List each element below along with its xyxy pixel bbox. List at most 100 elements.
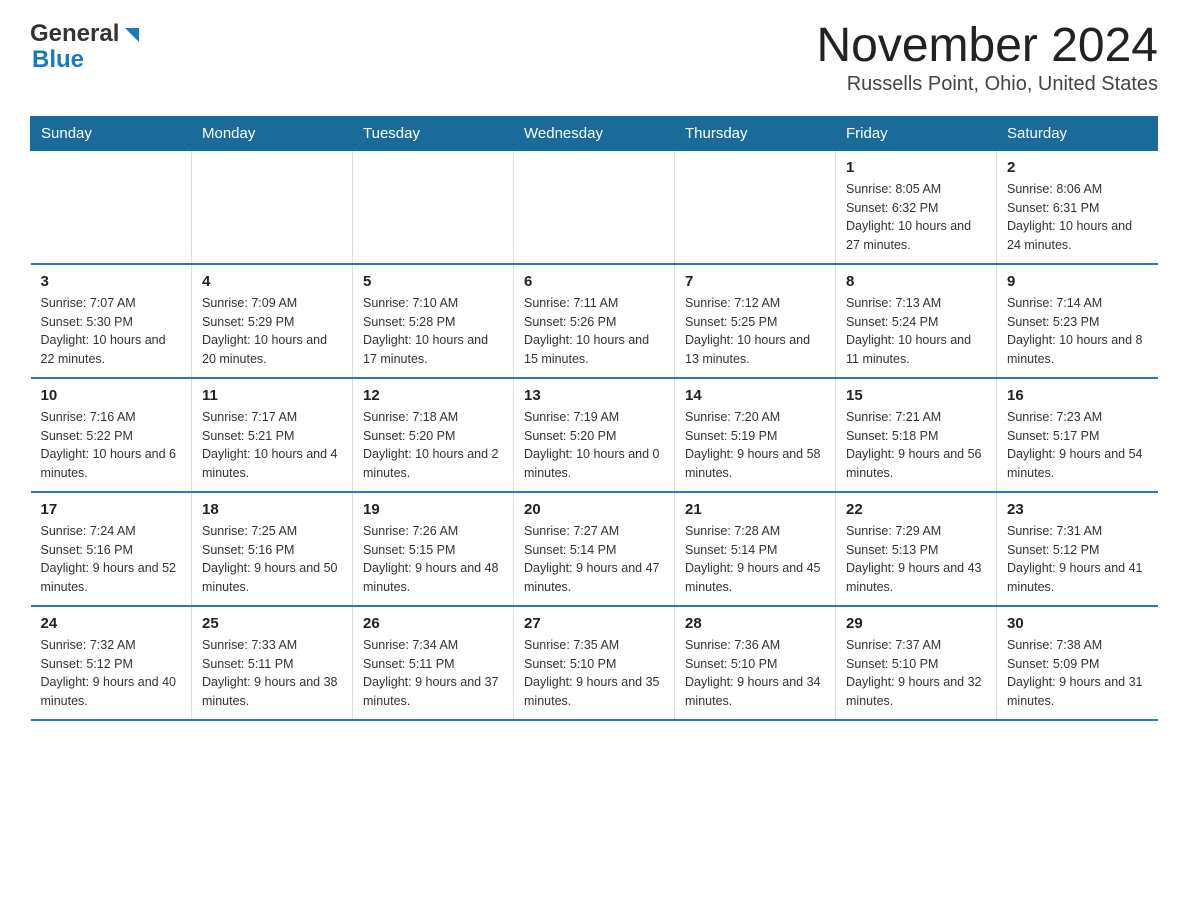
day-number: 25 [202, 615, 342, 632]
calendar-table: Sunday Monday Tuesday Wednesday Thursday… [30, 116, 1158, 721]
table-row: 30Sunrise: 7:38 AMSunset: 5:09 PMDayligh… [997, 606, 1158, 720]
page-header: General Blue November 2024 Russells Poin… [30, 20, 1158, 96]
table-row: 8Sunrise: 7:13 AMSunset: 5:24 PMDaylight… [836, 264, 997, 378]
day-number: 30 [1007, 615, 1148, 632]
day-info: Sunrise: 7:11 AMSunset: 5:26 PMDaylight:… [524, 294, 664, 369]
day-info: Sunrise: 7:32 AMSunset: 5:12 PMDaylight:… [41, 636, 182, 711]
table-row: 22 Sunrise: 7:29 AMSunset: 5:13 PMDayligh… [836, 492, 997, 606]
table-row [514, 150, 675, 264]
table-row: 6Sunrise: 7:11 AMSunset: 5:26 PMDaylight… [514, 264, 675, 378]
table-row: 11Sunrise: 7:17 AMSunset: 5:21 PMDayligh… [192, 378, 353, 492]
logo-blue-text: Blue [32, 46, 84, 74]
day-info: Sunrise: 7:10 AMSunset: 5:28 PMDaylight:… [363, 294, 503, 369]
table-row [675, 150, 836, 264]
day-info: Sunrise: 7:13 AMSunset: 5:24 PMDaylight:… [846, 294, 986, 369]
calendar-subtitle: Russells Point, Ohio, United States [816, 73, 1158, 96]
day-info: Sunrise: 7:26 AMSunset: 5:15 PMDaylight:… [363, 522, 503, 597]
table-row: 2Sunrise: 8:06 AMSunset: 6:31 PMDaylight… [997, 150, 1158, 264]
logo: General Blue [30, 20, 143, 74]
day-number: 15 [846, 387, 986, 404]
table-row: 25 Sunrise: 7:33 AMSunset: 5:11 PMDayligh… [192, 606, 353, 720]
table-row [31, 150, 192, 264]
table-row: 26 Sunrise: 7:34 AMSunset: 5:11 PMDayligh… [353, 606, 514, 720]
day-number: 16 [1007, 387, 1148, 404]
day-number: 13 [524, 387, 664, 404]
table-row: 28Sunrise: 7:36 AMSunset: 5:10 PMDayligh… [675, 606, 836, 720]
day-number: 21 [685, 501, 825, 518]
day-number: 10 [41, 387, 182, 404]
day-info: Sunrise: 7:37 AMSunset: 5:10 PMDaylight:… [846, 636, 986, 711]
table-row: 21 Sunrise: 7:28 AMSunset: 5:14 PMDayligh… [675, 492, 836, 606]
table-row: 7 Sunrise: 7:12 AMSunset: 5:25 PMDaylight… [675, 264, 836, 378]
table-row: 16Sunrise: 7:23 AMSunset: 5:17 PMDayligh… [997, 378, 1158, 492]
title-block: November 2024 Russells Point, Ohio, Unit… [816, 20, 1158, 96]
day-number: 17 [41, 501, 182, 518]
table-row: 15 Sunrise: 7:21 AMSunset: 5:18 PMDayligh… [836, 378, 997, 492]
day-number: 19 [363, 501, 503, 518]
header-wednesday: Wednesday [514, 116, 675, 150]
day-info: Sunrise: 7:21 AMSunset: 5:18 PMDaylight:… [846, 408, 986, 483]
table-row: 13 Sunrise: 7:19 AMSunset: 5:20 PMDayligh… [514, 378, 675, 492]
logo-general-text: General [30, 20, 119, 48]
day-info: Sunrise: 7:29 AMSunset: 5:13 PMDaylight:… [846, 522, 986, 597]
day-number: 4 [202, 273, 342, 290]
day-info: Sunrise: 7:17 AMSunset: 5:21 PMDaylight:… [202, 408, 342, 483]
day-info: Sunrise: 8:05 AMSunset: 6:32 PMDaylight:… [846, 180, 986, 255]
day-info: Sunrise: 7:27 AMSunset: 5:14 PMDaylight:… [524, 522, 664, 597]
day-info: Sunrise: 7:20 AMSunset: 5:19 PMDaylight:… [685, 408, 825, 483]
calendar-week-row: 10 Sunrise: 7:16 AMSunset: 5:22 PMDayligh… [31, 378, 1158, 492]
day-info: Sunrise: 7:09 AMSunset: 5:29 PMDaylight:… [202, 294, 342, 369]
calendar-title: November 2024 [816, 20, 1158, 73]
table-row: 24 Sunrise: 7:32 AMSunset: 5:12 PMDayligh… [31, 606, 192, 720]
day-number: 23 [1007, 501, 1148, 518]
day-info: Sunrise: 7:36 AMSunset: 5:10 PMDaylight:… [685, 636, 825, 711]
table-row: 1 Sunrise: 8:05 AMSunset: 6:32 PMDaylight… [836, 150, 997, 264]
day-number: 29 [846, 615, 986, 632]
day-info: Sunrise: 7:07 AMSunset: 5:30 PMDaylight:… [41, 294, 182, 369]
table-row: 4 Sunrise: 7:09 AMSunset: 5:29 PMDaylight… [192, 264, 353, 378]
logo-triangle-icon [121, 24, 143, 46]
calendar-week-row: 1 Sunrise: 8:05 AMSunset: 6:32 PMDaylight… [31, 150, 1158, 264]
day-info: Sunrise: 7:16 AMSunset: 5:22 PMDaylight:… [41, 408, 182, 483]
table-row: 23Sunrise: 7:31 AMSunset: 5:12 PMDayligh… [997, 492, 1158, 606]
table-row: 14 Sunrise: 7:20 AMSunset: 5:19 PMDayligh… [675, 378, 836, 492]
day-info: Sunrise: 7:12 AMSunset: 5:25 PMDaylight:… [685, 294, 825, 369]
day-info: Sunrise: 7:18 AMSunset: 5:20 PMDaylight:… [363, 408, 503, 483]
header-tuesday: Tuesday [353, 116, 514, 150]
day-info: Sunrise: 7:14 AMSunset: 5:23 PMDaylight:… [1007, 294, 1148, 369]
day-info: Sunrise: 7:28 AMSunset: 5:14 PMDaylight:… [685, 522, 825, 597]
day-info: Sunrise: 7:25 AMSunset: 5:16 PMDaylight:… [202, 522, 342, 597]
table-row: 29 Sunrise: 7:37 AMSunset: 5:10 PMDayligh… [836, 606, 997, 720]
table-row [192, 150, 353, 264]
day-number: 14 [685, 387, 825, 404]
table-row: 3 Sunrise: 7:07 AMSunset: 5:30 PMDaylight… [31, 264, 192, 378]
table-row: 12 Sunrise: 7:18 AMSunset: 5:20 PMDayligh… [353, 378, 514, 492]
day-number: 7 [685, 273, 825, 290]
day-number: 22 [846, 501, 986, 518]
day-info: Sunrise: 7:34 AMSunset: 5:11 PMDaylight:… [363, 636, 503, 711]
table-row: 20Sunrise: 7:27 AMSunset: 5:14 PMDayligh… [514, 492, 675, 606]
day-number: 27 [524, 615, 664, 632]
day-number: 12 [363, 387, 503, 404]
table-row: 18 Sunrise: 7:25 AMSunset: 5:16 PMDayligh… [192, 492, 353, 606]
day-number: 26 [363, 615, 503, 632]
table-row: 10 Sunrise: 7:16 AMSunset: 5:22 PMDayligh… [31, 378, 192, 492]
header-thursday: Thursday [675, 116, 836, 150]
day-info: Sunrise: 7:33 AMSunset: 5:11 PMDaylight:… [202, 636, 342, 711]
table-row: 9 Sunrise: 7:14 AMSunset: 5:23 PMDaylight… [997, 264, 1158, 378]
day-number: 18 [202, 501, 342, 518]
day-number: 3 [41, 273, 182, 290]
header-sunday: Sunday [31, 116, 192, 150]
day-info: Sunrise: 7:19 AMSunset: 5:20 PMDaylight:… [524, 408, 664, 483]
table-row: 19 Sunrise: 7:26 AMSunset: 5:15 PMDayligh… [353, 492, 514, 606]
day-number: 2 [1007, 159, 1148, 176]
header-friday: Friday [836, 116, 997, 150]
table-row: 27Sunrise: 7:35 AMSunset: 5:10 PMDayligh… [514, 606, 675, 720]
day-number: 9 [1007, 273, 1148, 290]
table-row [353, 150, 514, 264]
day-number: 24 [41, 615, 182, 632]
day-info: Sunrise: 7:24 AMSunset: 5:16 PMDaylight:… [41, 522, 182, 597]
calendar-header-row: Sunday Monday Tuesday Wednesday Thursday… [31, 116, 1158, 150]
day-number: 1 [846, 159, 986, 176]
table-row: 5Sunrise: 7:10 AMSunset: 5:28 PMDaylight… [353, 264, 514, 378]
